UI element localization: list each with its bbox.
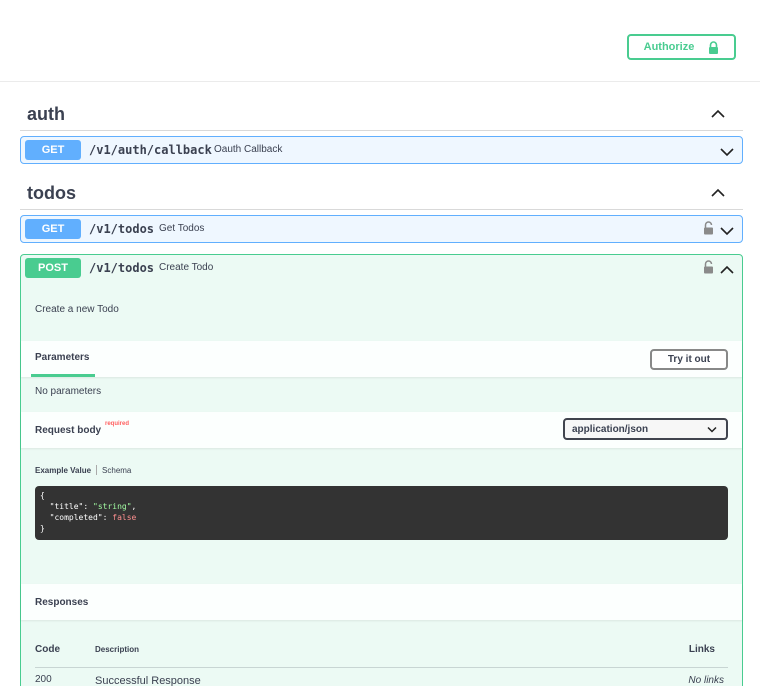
responses-label: Responses — [35, 597, 89, 608]
operation-summary: Get Todos — [159, 223, 205, 234]
chevron-up-icon[interactable] — [720, 262, 734, 280]
code-line: } — [40, 524, 45, 533]
operation-path: /v1/todos — [89, 222, 155, 236]
lock-icon[interactable] — [703, 260, 714, 279]
operation-post-todos: POST /v1/todos Create Todo Create a new … — [20, 254, 743, 686]
operation-description: Create a new Todo — [35, 304, 119, 315]
lock-icon — [708, 40, 719, 54]
content-type-select[interactable]: application/json — [563, 418, 728, 440]
operation-summary: Oauth Callback — [214, 144, 283, 155]
tag-title: todos — [27, 183, 76, 203]
tab-example-value[interactable]: Example Value — [35, 466, 91, 475]
no-parameters-text: No parameters — [35, 386, 102, 397]
method-badge: POST — [25, 258, 81, 278]
tag-title: auth — [27, 104, 65, 124]
code-boolean: false — [112, 513, 137, 522]
request-body-label: Request body — [35, 425, 102, 436]
operation-summary-bar[interactable]: POST /v1/todos Create Todo — [21, 255, 742, 281]
topbar: Authorize — [0, 0, 760, 82]
tab-schema[interactable]: Schema — [102, 466, 131, 475]
responses-header: Responses — [21, 584, 742, 620]
col-links: Links — [688, 644, 715, 655]
tab-divider — [96, 465, 98, 475]
chevron-up-icon[interactable] — [711, 106, 725, 124]
operation-path: /v1/auth/callback — [89, 143, 212, 157]
operation-get-todos[interactable]: GET /v1/todos Get Todos — [20, 215, 743, 243]
request-body-header: Request body required application/json — [21, 412, 742, 448]
table-row: 200 Successful Response No links — [35, 668, 728, 686]
code-string: "string" — [93, 502, 132, 511]
code-line: { — [40, 491, 45, 500]
code-key: "completed" — [49, 513, 103, 522]
authorize-label: Authorize — [643, 41, 695, 53]
table-header: Code Description Links — [35, 642, 728, 668]
example-code-block: { "title": "string", "completed": false … — [35, 486, 728, 540]
col-code: Code — [35, 644, 60, 655]
required-label: required — [105, 421, 130, 427]
response-code: 200 — [35, 674, 52, 685]
operation-path: /v1/todos — [89, 261, 155, 275]
tab-parameters[interactable]: Parameters — [31, 341, 95, 377]
response-description: Successful Response — [95, 675, 201, 686]
try-it-out-button[interactable]: Try it out — [650, 349, 728, 370]
responses-table: Code Description Links 200 Successful Re… — [35, 642, 728, 686]
tag-section-todos[interactable]: todos — [20, 174, 743, 210]
authorize-button[interactable]: Authorize — [627, 34, 736, 60]
method-badge: GET — [25, 140, 81, 160]
operation-get-auth-callback[interactable]: GET /v1/auth/callback Oauth Callback — [20, 136, 743, 164]
response-links: No links — [688, 675, 724, 686]
chevron-down-icon[interactable] — [720, 223, 734, 241]
method-badge: GET — [25, 219, 81, 239]
chevron-up-icon[interactable] — [711, 185, 725, 203]
col-description: Description — [95, 645, 140, 654]
tag-section-auth[interactable]: auth — [20, 95, 743, 131]
code-key: "title" — [49, 502, 84, 511]
lock-icon[interactable] — [703, 221, 714, 240]
chevron-down-icon — [707, 425, 717, 436]
example-tabs: Example Value Schema — [35, 465, 131, 475]
parameters-header: Parameters Try it out — [21, 341, 742, 377]
operation-summary: Create Todo — [159, 262, 214, 273]
content-type-value: application/json — [572, 423, 649, 435]
chevron-down-icon[interactable] — [720, 144, 734, 162]
